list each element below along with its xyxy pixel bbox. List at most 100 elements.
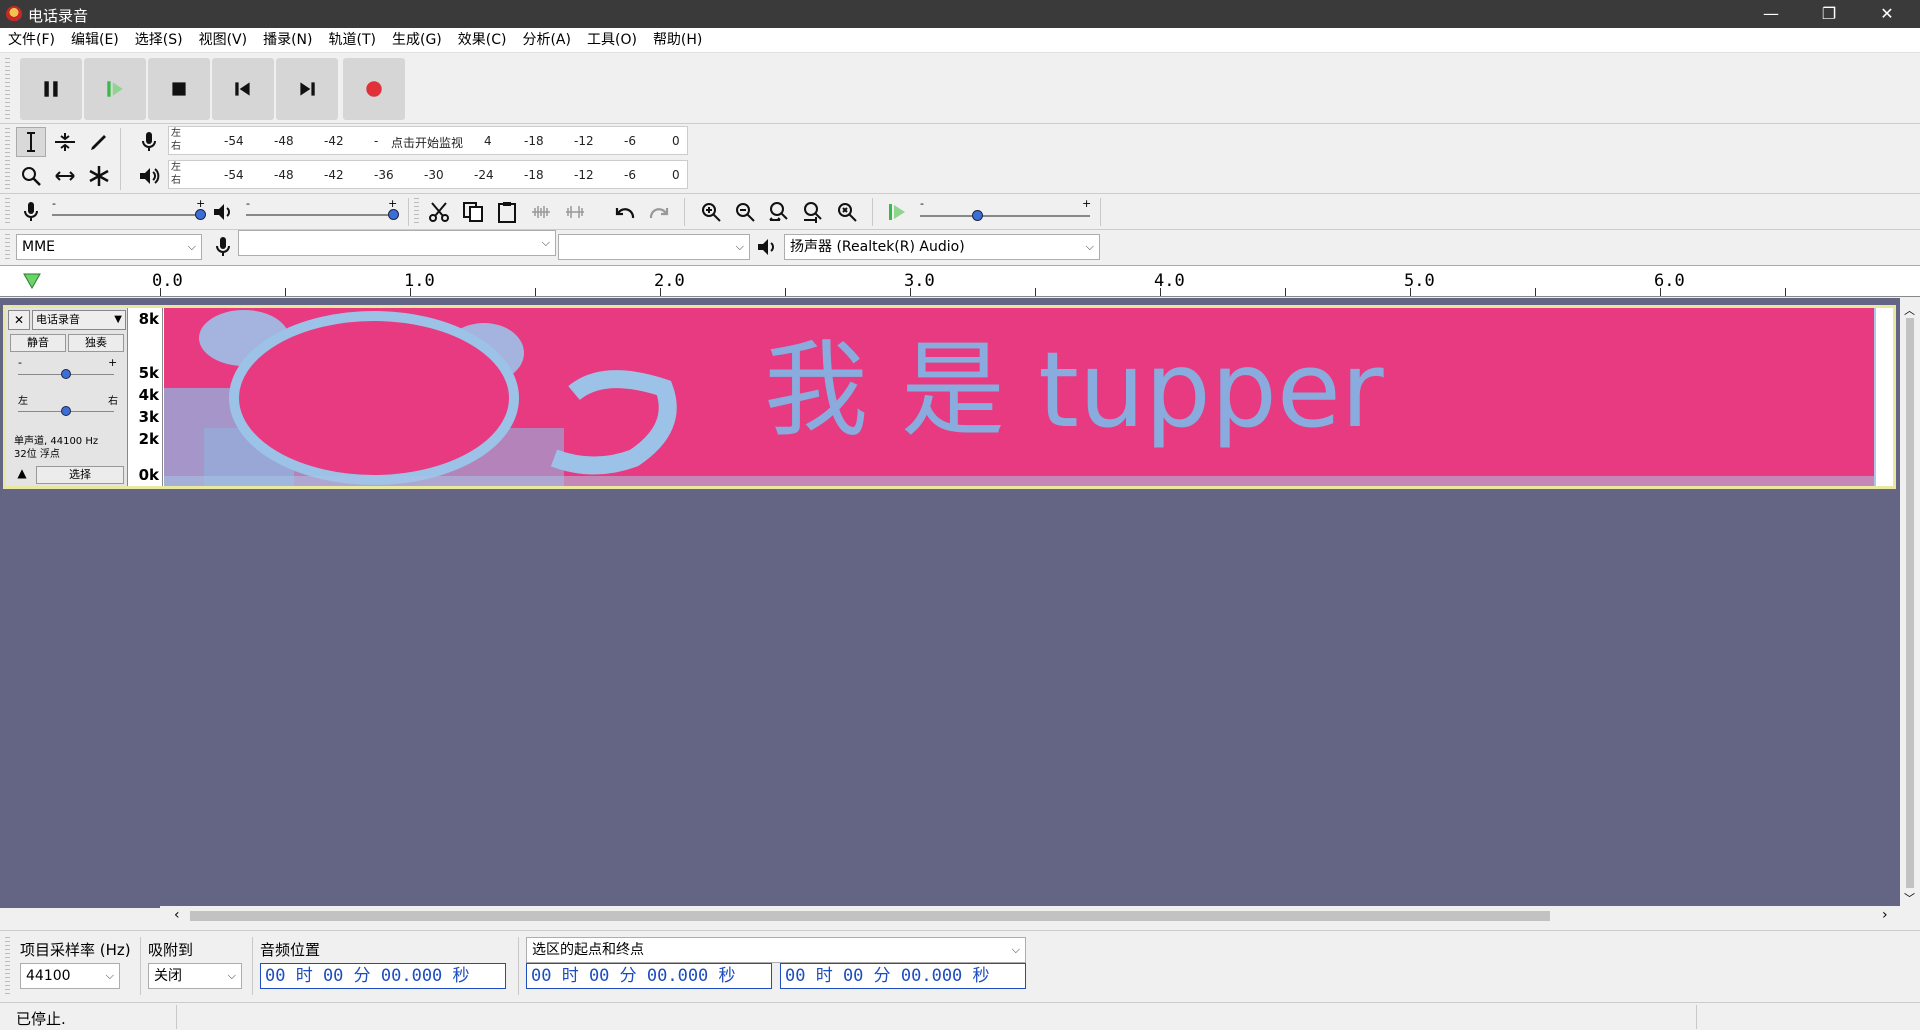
skip-to-end-button[interactable] — [276, 58, 338, 120]
scroll-up-icon[interactable]: ︿ — [1904, 302, 1915, 318]
play-button[interactable] — [84, 58, 146, 120]
cut-button[interactable] — [424, 197, 454, 227]
ruler-tick — [910, 288, 911, 296]
zoom-in-button[interactable] — [696, 197, 726, 227]
playback-meter[interactable]: 左 右 -54 -48 -42 -36 -30 -24 -18 -12 -6 0 — [168, 160, 688, 189]
vertical-scrollbar[interactable]: ︿ ﹀ — [1900, 298, 1920, 908]
menu-generate[interactable]: 生成(G) — [384, 28, 450, 53]
microphone-icon — [24, 202, 38, 221]
zoom-out-button[interactable] — [730, 197, 760, 227]
record-volume-thumb[interactable] — [195, 209, 206, 220]
playback-meter-button[interactable] — [134, 161, 164, 191]
envelope-tool[interactable] — [50, 127, 80, 157]
skip-to-start-button[interactable] — [212, 58, 274, 120]
menu-select[interactable]: 选择(S) — [127, 28, 191, 53]
undo-button[interactable] — [610, 197, 640, 227]
ruler-tick — [660, 288, 661, 296]
timeline-ruler[interactable]: 0.0 1.0 2.0 3.0 4.0 5.0 6.0 — [0, 265, 1920, 297]
monitor-hint[interactable]: 点击开始监视 — [391, 134, 463, 151]
playback-device-select[interactable]: 扬声器 (Realtek(R) Audio) ⌵ — [784, 234, 1100, 260]
scroll-down-icon[interactable]: ﹀ — [1904, 890, 1915, 906]
scroll-left-icon[interactable]: ‹ — [174, 907, 180, 923]
gain-thumb[interactable] — [61, 369, 71, 379]
toolbar-grip[interactable] — [5, 937, 10, 995]
maximize-button[interactable]: ❐ — [1800, 0, 1858, 28]
right-channel-label: 右 — [171, 141, 181, 152]
play-speed-thumb[interactable] — [972, 210, 983, 221]
snap-to-select[interactable]: 关闭 ⌵ — [148, 963, 242, 989]
ruler-tick — [1285, 288, 1286, 296]
horizontal-scrollbar[interactable]: ‹ › — [160, 906, 1900, 926]
trim-button[interactable] — [526, 197, 556, 227]
project-rate-select[interactable]: 44100 ⌵ — [20, 963, 120, 989]
menu-analyze[interactable]: 分析(A) — [514, 28, 579, 53]
menu-help[interactable]: 帮助(H) — [645, 28, 710, 53]
record-button[interactable] — [343, 58, 405, 120]
zoom-toggle-button[interactable] — [832, 197, 862, 227]
freq-label: 0k — [138, 466, 159, 484]
pan-right-label: 右 — [108, 396, 118, 407]
selection-end-field[interactable]: 00 时 00 分 00.000 秒 — [780, 963, 1026, 989]
selection-tool[interactable] — [16, 127, 46, 157]
zoom-out-icon — [736, 203, 755, 222]
spectrogram-view[interactable]: 我 是 tupper — [164, 308, 1876, 486]
record-meter[interactable]: 左 右 -54 -48 -42 - 点击开始监视 4 -18 -12 -6 0 — [168, 126, 688, 155]
menu-file[interactable]: 文件(F) — [0, 28, 63, 53]
audio-position-field[interactable]: 00 时 00 分 00.000 秒 — [260, 963, 506, 989]
pan-thumb[interactable] — [61, 406, 71, 416]
snap-to-value: 关闭 — [154, 968, 182, 984]
toolbar-grip[interactable] — [414, 198, 419, 226]
record-volume-slider[interactable] — [52, 214, 202, 216]
fit-project-button[interactable] — [798, 197, 828, 227]
paste-button[interactable] — [492, 197, 522, 227]
menu-edit[interactable]: 编辑(E) — [63, 28, 127, 53]
selection-mode-select[interactable]: 选区的起点和终点 ⌵ — [526, 937, 1026, 963]
copy-button[interactable] — [458, 197, 488, 227]
audio-host-select[interactable]: MME ⌵ — [16, 234, 202, 260]
stop-button[interactable] — [148, 58, 210, 120]
freq-label: 8k — [138, 310, 159, 328]
track-name-menu[interactable]: 电话录音 ▼ — [32, 310, 126, 330]
multi-tool[interactable] — [84, 161, 114, 191]
menu-transport[interactable]: 播录(N) — [255, 28, 320, 53]
menu-tools[interactable]: 工具(O) — [579, 28, 645, 53]
minimize-button[interactable]: — — [1742, 0, 1800, 28]
mute-button[interactable]: 静音 — [10, 334, 66, 352]
draw-tool[interactable] — [84, 127, 114, 157]
solo-button[interactable]: 独奏 — [68, 334, 124, 352]
collapse-track-button[interactable]: ▲ — [10, 466, 34, 484]
silence-button[interactable] — [560, 197, 590, 227]
play-head-icon[interactable] — [22, 272, 42, 290]
menu-view[interactable]: 视图(V) — [191, 28, 256, 53]
playback-volume-slider[interactable] — [246, 214, 396, 216]
record-meter-button[interactable] — [134, 127, 164, 157]
track-close-button[interactable]: ✕ — [8, 310, 30, 330]
separator — [684, 198, 685, 226]
menu-effect[interactable]: 效果(C) — [450, 28, 515, 53]
toolbar-grip[interactable] — [5, 58, 10, 120]
toolbar-grip[interactable] — [5, 234, 10, 261]
zoom-fit-icon — [804, 202, 822, 223]
audio-track[interactable]: ✕ 电话录音 ▼ 静音 独奏 - + 左 右 单声道, 44100 Hz 32位… — [3, 305, 1896, 489]
play-at-speed-button[interactable] — [882, 197, 912, 227]
menu-tracks[interactable]: 轨道(T) — [321, 28, 384, 53]
close-button[interactable]: ✕ — [1858, 0, 1916, 28]
selection-start-field[interactable]: 00 时 00 分 00.000 秒 — [526, 963, 772, 989]
pause-button[interactable] — [20, 58, 82, 120]
toolbar-grip[interactable] — [5, 128, 10, 190]
vertical-scroll-thumb[interactable] — [1906, 318, 1914, 888]
fit-selection-button[interactable] — [764, 197, 794, 227]
scroll-right-icon[interactable]: › — [1882, 907, 1888, 923]
envelope-icon — [55, 133, 75, 151]
select-track-button[interactable]: 选择 — [36, 466, 124, 484]
time-shift-tool[interactable] — [50, 161, 80, 191]
zoom-tool[interactable] — [16, 161, 46, 191]
recording-channels-select[interactable]: ⌵ — [558, 234, 750, 260]
recording-device-select[interactable]: ⌵ — [238, 230, 556, 256]
frequency-scale[interactable]: 8k 5k 4k 3k 2k 0k — [129, 308, 163, 486]
playback-volume-thumb[interactable] — [388, 209, 399, 220]
play-speed-slider[interactable] — [920, 215, 1090, 217]
horizontal-scroll-thumb[interactable] — [190, 911, 1550, 921]
redo-button[interactable] — [644, 197, 674, 227]
toolbar-grip[interactable] — [5, 198, 10, 226]
